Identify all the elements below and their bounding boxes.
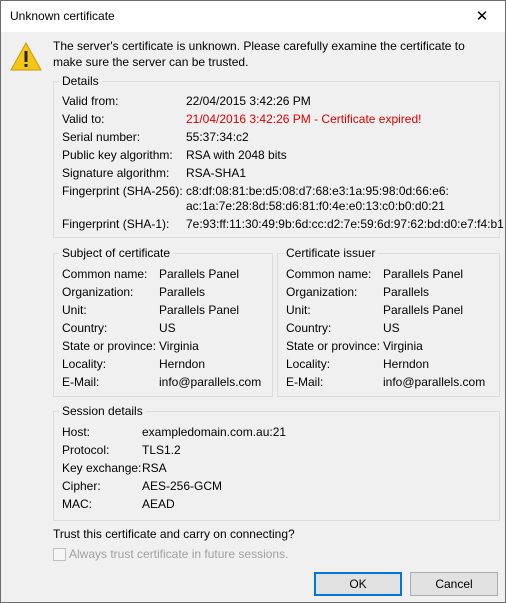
session-value: AEAD — [142, 497, 175, 511]
valid-from-label: Valid from: — [62, 94, 119, 108]
signature-algorithm-value: RSA-SHA1 — [186, 166, 247, 180]
issuer-value: Parallels Panel — [383, 303, 464, 317]
issuer-label: E-Mail: — [286, 375, 324, 389]
issuer-value: Parallels Panel — [383, 267, 464, 281]
issuer-label: Country: — [286, 321, 332, 335]
session-label: Protocol: — [62, 443, 110, 457]
subject-value: US — [159, 321, 176, 335]
subject-label: Locality: — [62, 357, 107, 371]
subject-label: E-Mail: — [62, 375, 100, 389]
subject-value: Parallels — [159, 285, 206, 299]
subject-value: info@parallels.com — [159, 375, 262, 389]
certificate-dialog: Unknown certificate ✕ The server's certi… — [0, 0, 506, 603]
signature-algorithm-label: Signature algorithm: — [62, 166, 170, 180]
fingerprint-sha256-line1: c8:df:08:81:be:d5:08:d7:68:e3:1a:95:98:0… — [186, 184, 449, 198]
issuer-label: Organization: — [286, 285, 358, 299]
session-value: RSA — [142, 461, 167, 475]
issuer-label: State or province: — [286, 339, 381, 353]
subject-value: Parallels Panel — [159, 267, 240, 281]
subject-value: Herndon — [159, 357, 206, 371]
fingerprint-sha1-value: 7e:93:ff:11:30:49:9b:6d:cc:d2:7e:59:6d:9… — [186, 217, 504, 231]
public-key-value: RSA with 2048 bits — [186, 148, 287, 162]
issuer-label: Locality: — [286, 357, 331, 371]
session-label: Key exchange: — [62, 461, 142, 475]
session-label: Host: — [62, 425, 91, 439]
close-button[interactable]: ✕ — [459, 1, 505, 32]
issuer-label: Unit: — [286, 303, 311, 317]
fingerprint-sha256-line2: ac:1a:7e:28:8d:58:d6:81:f0:4e:e0:13:c0:b… — [186, 199, 445, 213]
issuer-label: Common name: — [286, 267, 372, 281]
issuer-value: info@parallels.com — [383, 375, 486, 389]
serial-number-label: Serial number: — [62, 130, 141, 144]
session-label: Cipher: — [62, 479, 101, 493]
public-key-label: Public key algorithm: — [62, 148, 173, 162]
ok-button[interactable]: OK — [314, 572, 402, 596]
issuer-legend: Certificate issuer — [286, 246, 376, 260]
issuer-value: Parallels — [383, 285, 430, 299]
subject-legend: Subject of certificate — [62, 246, 171, 260]
window-title: Unknown certificate — [10, 9, 115, 23]
subject-value: Parallels Panel — [159, 303, 240, 317]
subject-value: Virginia — [159, 339, 199, 353]
issuer-value: US — [383, 321, 400, 335]
warning-message: The server's certificate is unknown. Ple… — [53, 39, 465, 69]
cancel-button[interactable]: Cancel — [410, 572, 498, 596]
warning-icon — [10, 42, 42, 71]
fingerprint-sha256-label: Fingerprint (SHA-256): — [62, 184, 183, 198]
always-trust-label[interactable]: Always trust certificate in future sessi… — [69, 547, 288, 561]
subject-label: Unit: — [62, 303, 87, 317]
fingerprint-sha1-label: Fingerprint (SHA-1): — [62, 217, 170, 231]
trust-question: Trust this certificate and carry on conn… — [53, 527, 295, 541]
session-legend: Session details — [62, 404, 143, 418]
subject-label: Common name: — [62, 267, 148, 281]
valid-from-value: 22/04/2015 3:42:26 PM — [186, 94, 311, 108]
session-value: TLS1.2 — [142, 443, 181, 457]
checkbox-box[interactable] — [53, 548, 66, 561]
details-legend: Details — [62, 74, 99, 88]
issuer-value: Virginia — [383, 339, 423, 353]
session-value: AES-256-GCM — [142, 479, 223, 493]
session-label: MAC: — [62, 497, 92, 511]
valid-to-label: Valid to: — [62, 112, 105, 126]
valid-to-value: 21/04/2016 3:42:26 PM - Certificate expi… — [186, 112, 422, 126]
issuer-value: Herndon — [383, 357, 430, 371]
subject-label: State or province: — [62, 339, 157, 353]
session-value: exampledomain.com.au:21 — [142, 425, 287, 439]
serial-number-value: 55:37:34:c2 — [186, 130, 249, 144]
title-bar: Unknown certificate ✕ — [1, 1, 505, 32]
subject-label: Organization: — [62, 285, 134, 299]
subject-label: Country: — [62, 321, 108, 335]
